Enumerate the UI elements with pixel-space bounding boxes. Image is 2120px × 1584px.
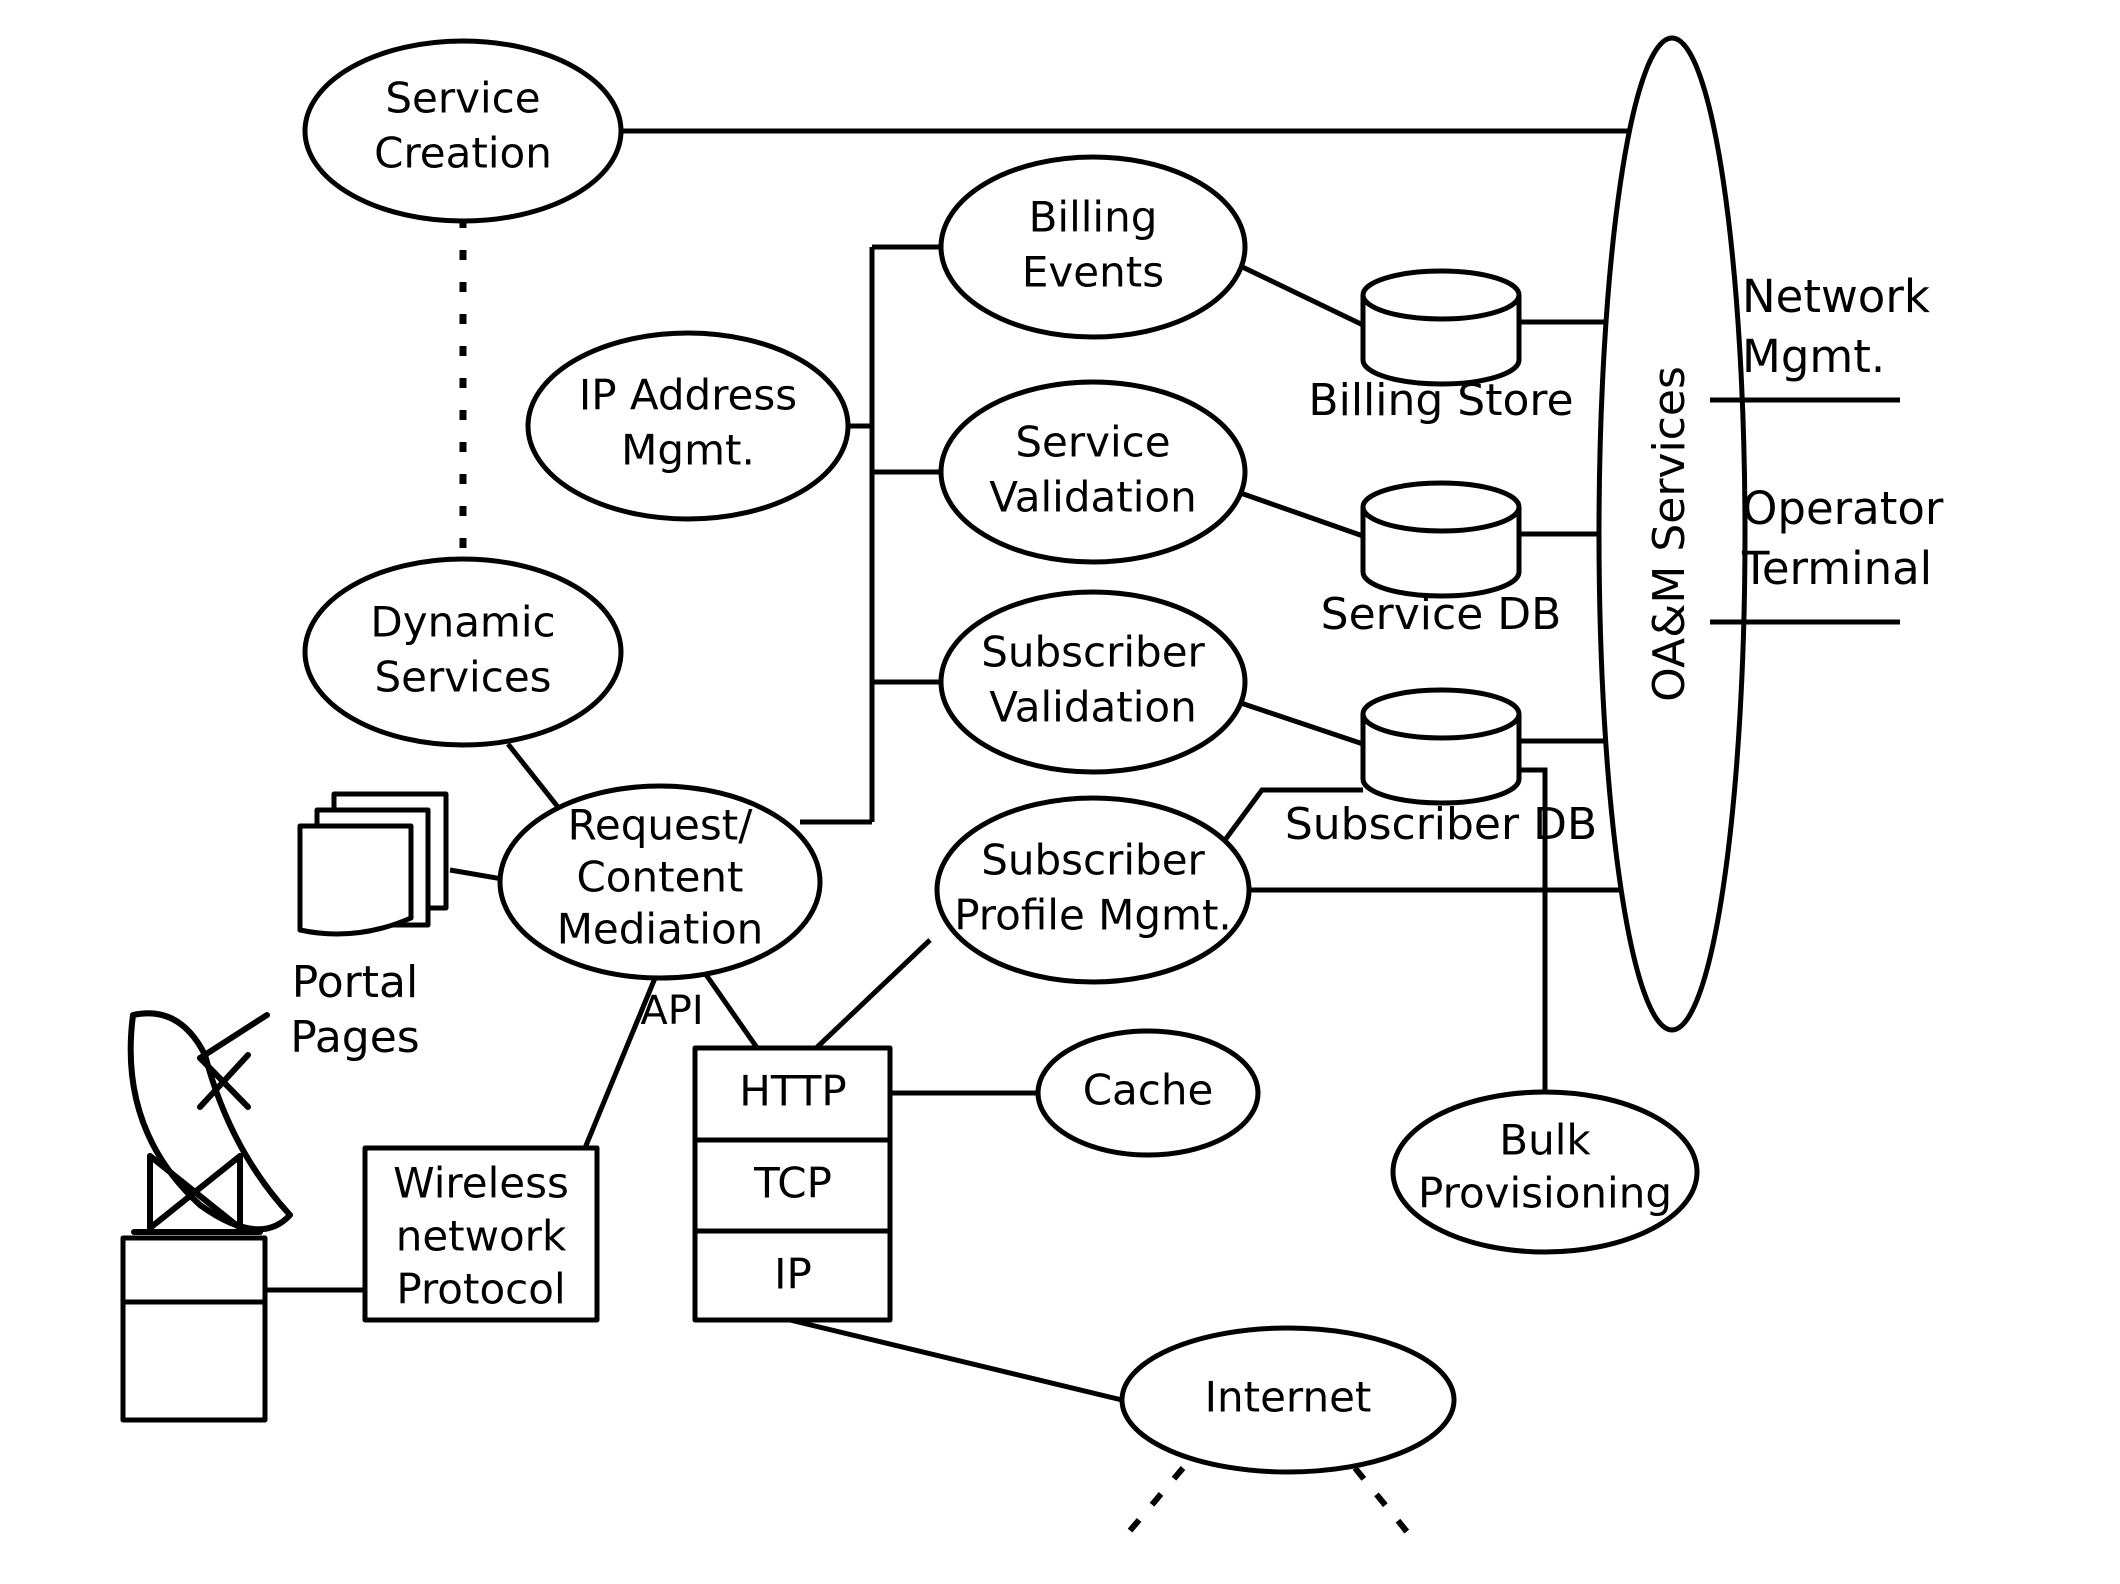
node-cache[interactable]: Cache (1035, 1028, 1261, 1158)
satellite-dish-reflector (127, 1010, 293, 1233)
dynamic-services-label-line2: Services (374, 653, 551, 702)
wireless-network-protocol-label-line3: Protocol (396, 1265, 565, 1314)
protocol-layer-ip-label: IP (774, 1250, 812, 1299)
network-mgmt-label-line1: Network (1742, 270, 1930, 323)
cache-label: Cache (1083, 1066, 1214, 1115)
edge-request-mediation-to-protocol-stack (697, 964, 763, 1054)
service-validation-label-line1: Service (1015, 418, 1170, 467)
db-subscriber-db[interactable]: Subscriber DB (1285, 687, 1597, 850)
subscriber-profile-mgmt-label-line2: Profile Mgmt. (954, 891, 1232, 940)
edge-subscriber-profile-to-protocol-stack (810, 938, 932, 1054)
ip-address-mgmt-label-line1: IP Address (579, 371, 797, 420)
db-billing-store[interactable]: Billing Store (1308, 268, 1574, 426)
network-mgmt-label-line2: Mgmt. (1742, 330, 1885, 383)
node-oam-services[interactable]: OA&M Services (1596, 35, 1748, 1033)
operator-terminal-label-line1: Operator (1742, 482, 1944, 535)
internet-label: Internet (1205, 1373, 1372, 1422)
node-service-creation[interactable]: Service Creation (302, 38, 624, 224)
node-dynamic-services[interactable]: Dynamic Services (302, 556, 624, 748)
api-edge-label: API (640, 988, 703, 1034)
edge-billing-events-to-billing-store (1230, 259, 1365, 328)
billing-store-label: Billing Store (1308, 375, 1573, 426)
satellite-dish-base-lower (120, 1299, 268, 1423)
billing-events-label-line2: Events (1022, 248, 1164, 297)
request-content-mediation-label-line3: Mediation (557, 905, 764, 954)
wireless-network-protocol-box[interactable]: Wireless network Protocol (362, 1145, 600, 1323)
ip-address-mgmt-label-line2: Mgmt. (621, 426, 755, 475)
dynamic-services-label-line1: Dynamic (370, 598, 555, 647)
architecture-diagram: Service Creation IP Address Mgmt. Dynami… (120, 35, 1944, 1535)
diagram-canvas: Service Creation IP Address Mgmt. Dynami… (0, 0, 2120, 1584)
node-subscriber-validation[interactable]: Subscriber Validation (938, 589, 1248, 775)
node-service-validation[interactable]: Service Validation (938, 379, 1248, 565)
portal-pages-icon[interactable]: Portal Pages (290, 791, 449, 1063)
node-internet[interactable]: Internet (1119, 1325, 1457, 1475)
subscriber-db-label: Subscriber DB (1285, 799, 1597, 850)
subscriber-validation-label-line2: Validation (989, 683, 1196, 732)
billing-store-cylinder[interactable] (1360, 268, 1522, 387)
service-validation-label-line2: Validation (989, 473, 1196, 522)
node-subscriber-profile-mgmt[interactable]: Subscriber Profile Mgmt. (934, 795, 1252, 985)
node-billing-events[interactable]: Billing Events (938, 154, 1248, 340)
edge-internet-leg-left (1125, 1466, 1186, 1535)
bulk-provisioning-label-line1: Bulk (1499, 1116, 1591, 1165)
satellite-dish-icon[interactable] (120, 1010, 293, 1423)
node-bulk-provisioning[interactable]: Bulk Provisioning (1390, 1089, 1700, 1255)
edge-internet-leg-right (1352, 1466, 1411, 1535)
protocol-stack-box[interactable]: HTTP TCP IP (692, 1045, 893, 1323)
service-db-label: Service DB (1321, 589, 1562, 640)
edge-protocol-stack-to-internet (789, 1317, 1123, 1403)
external-terminal-network-mgmt[interactable]: Network Mgmt. (1710, 270, 1930, 403)
bulk-provisioning-label-line2: Provisioning (1418, 1169, 1672, 1218)
node-request-content-mediation[interactable]: Request/ Content Mediation (497, 783, 823, 981)
protocol-layer-http-label: HTTP (739, 1067, 846, 1116)
satellite-dish-base-upper (120, 1235, 268, 1305)
request-content-mediation-label-line1: Request/ (568, 801, 754, 850)
portal-pages-sheet-front (297, 823, 414, 937)
edge-service-validation-to-service-db (1231, 487, 1364, 539)
portal-pages-label-line2: Pages (290, 1012, 419, 1063)
node-ip-address-mgmt[interactable]: IP Address Mgmt. (525, 330, 851, 522)
service-creation-label-line2: Creation (374, 129, 552, 178)
service-db-cylinder[interactable] (1360, 480, 1522, 599)
request-content-mediation-label-line2: Content (576, 853, 743, 902)
portal-pages-label-line1: Portal (292, 957, 418, 1008)
subscriber-validation-label-line1: Subscriber (981, 628, 1205, 677)
edge-subscriber-validation-to-subscriber-db (1231, 697, 1364, 747)
billing-events-label-line1: Billing (1029, 193, 1158, 242)
wireless-network-protocol-label-line1: Wireless (393, 1159, 569, 1208)
subscriber-profile-mgmt-label-line1: Subscriber (981, 836, 1205, 885)
subscriber-db-cylinder[interactable] (1360, 687, 1522, 806)
db-service-db[interactable]: Service DB (1321, 480, 1562, 640)
wireless-network-protocol-label-line2: network (396, 1212, 567, 1261)
service-creation-label-line1: Service (385, 74, 540, 123)
operator-terminal-label-line2: Terminal (1741, 542, 1932, 595)
protocol-layer-tcp-label: TCP (753, 1159, 832, 1208)
satellite-dish-feed-arm (197, 1012, 270, 1061)
oam-services-label: OA&M Services (1644, 366, 1695, 702)
